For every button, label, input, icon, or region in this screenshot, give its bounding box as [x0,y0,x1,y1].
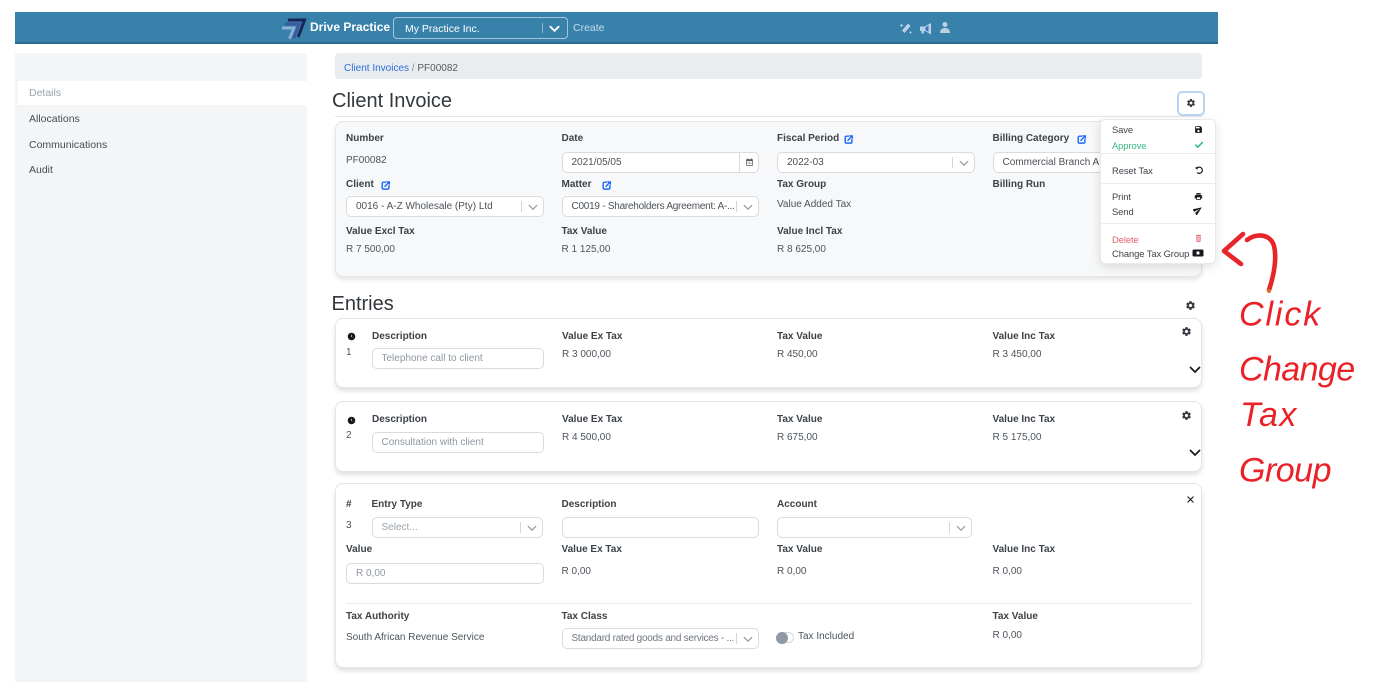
svg-text:Change: Change [1239,351,1355,389]
svg-text:Tax: Tax [1240,396,1298,434]
svg-text:Group: Group [1239,451,1331,489]
svg-text:Click: Click [1239,296,1322,334]
